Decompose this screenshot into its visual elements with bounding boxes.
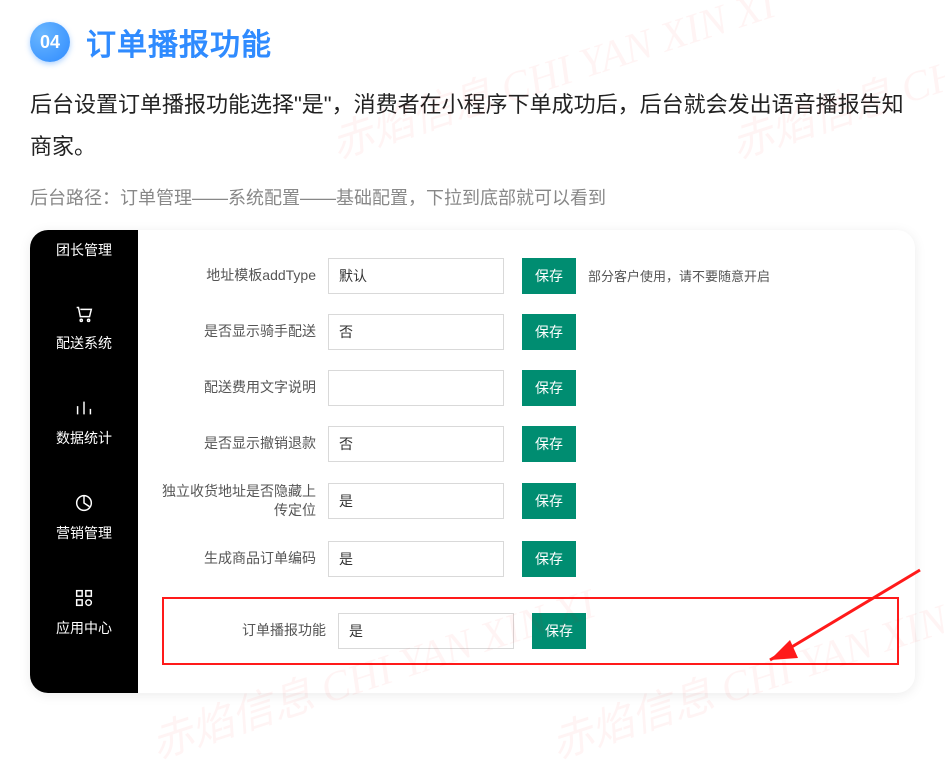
pie-chart-icon (73, 492, 95, 517)
sidebar-item-label: 营销管理 (56, 523, 112, 543)
apps-grid-icon (73, 587, 95, 612)
settings-content: 地址模板addType 保存 部分客户使用，请不要随意开启 是否显示骑手配送 保… (138, 230, 915, 693)
section-header: 04 订单播报功能 (30, 20, 915, 64)
row-label: 独立收货地址是否隐藏上传定位 (162, 482, 328, 521)
save-button[interactable]: 保存 (522, 370, 576, 406)
sidebar-item-label: 配送系统 (56, 333, 112, 353)
order-sn-input[interactable] (328, 541, 504, 577)
hide-location-input[interactable] (328, 483, 504, 519)
save-button[interactable]: 保存 (532, 613, 586, 649)
broadcast-input[interactable] (338, 613, 514, 649)
save-button[interactable]: 保存 (522, 483, 576, 519)
save-button[interactable]: 保存 (522, 258, 576, 294)
row-label: 生成商品订单编码 (162, 549, 328, 569)
save-button[interactable]: 保存 (522, 314, 576, 350)
row-label: 是否显示骑手配送 (162, 322, 328, 342)
sidebar-item-apps[interactable]: 应用中心 (56, 587, 112, 638)
setting-row-order-sn: 生成商品订单编码 保存 (162, 541, 899, 577)
setting-row-hide-location: 独立收货地址是否隐藏上传定位 保存 (162, 482, 899, 521)
row-label: 配送费用文字说明 (162, 378, 328, 398)
section-number-badge: 04 (30, 22, 70, 62)
cancel-refund-input[interactable] (328, 426, 504, 462)
delivery-fee-text-input[interactable] (328, 370, 504, 406)
cart-icon (73, 302, 95, 327)
highlighted-setting: 订单播报功能 保存 (162, 597, 899, 665)
path-hint: 后台路径：订单管理——系统配置——基础配置，下拉到底部就可以看到 (30, 184, 915, 210)
addtype-input[interactable] (328, 258, 504, 294)
section-title: 订单播报功能 (86, 20, 272, 64)
section-description: 后台设置订单播报功能选择"是"，消费者在小程序下单成功后，后台就会发出语音播报告… (30, 84, 915, 168)
setting-row-addtype: 地址模板addType 保存 部分客户使用，请不要随意开启 (162, 258, 899, 294)
sidebar-item-stats[interactable]: 数据统计 (56, 397, 112, 448)
sidebar-top-label[interactable]: 团长管理 (56, 236, 112, 280)
admin-panel: 团长管理 配送系统 数据统计 营销管理 应用中心 (30, 230, 915, 693)
setting-row-broadcast: 订单播报功能 保存 (172, 613, 889, 649)
setting-row-rider: 是否显示骑手配送 保存 (162, 314, 899, 350)
sidebar-item-label: 数据统计 (56, 428, 112, 448)
row-label: 订单播报功能 (172, 621, 338, 641)
sidebar: 团长管理 配送系统 数据统计 营销管理 应用中心 (30, 230, 138, 693)
row-label: 是否显示撤销退款 (162, 434, 328, 454)
setting-row-cancel-refund: 是否显示撤销退款 保存 (162, 426, 899, 462)
row-label: 地址模板addType (162, 266, 328, 286)
sidebar-item-marketing[interactable]: 营销管理 (56, 492, 112, 543)
row-note: 部分客户使用，请不要随意开启 (588, 266, 770, 285)
setting-row-delivery-fee-text: 配送费用文字说明 保存 (162, 370, 899, 406)
rider-input[interactable] (328, 314, 504, 350)
save-button[interactable]: 保存 (522, 541, 576, 577)
sidebar-item-label: 应用中心 (56, 618, 112, 638)
save-button[interactable]: 保存 (522, 426, 576, 462)
bar-chart-icon (73, 397, 95, 422)
sidebar-item-delivery[interactable]: 配送系统 (56, 302, 112, 353)
